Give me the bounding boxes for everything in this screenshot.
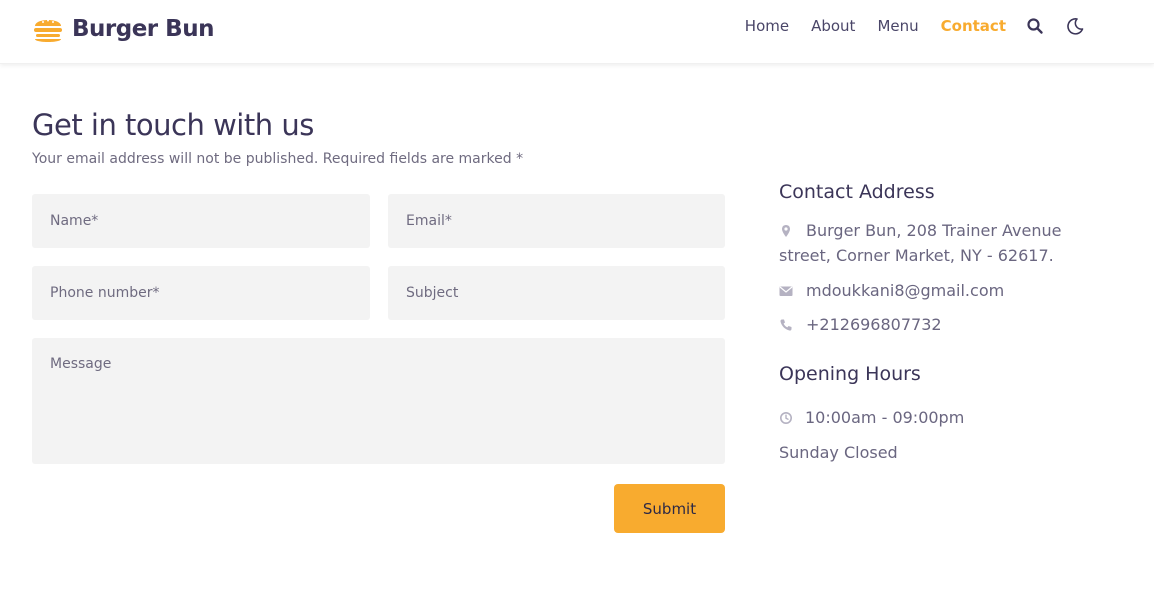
hours-row: 10:00am - 09:00pm xyxy=(779,405,964,430)
location-pin-icon xyxy=(782,224,790,237)
closed-day: Sunday Closed xyxy=(779,443,898,462)
nav-contact[interactable]: Contact xyxy=(941,17,1006,35)
email-field[interactable] xyxy=(388,194,725,248)
name-field[interactable] xyxy=(32,194,370,248)
burger-icon xyxy=(34,19,62,42)
brand-name: Burger Bun xyxy=(72,16,214,42)
clock-icon xyxy=(780,411,792,424)
brand-logo[interactable]: Burger Bun xyxy=(32,12,214,46)
nav-home[interactable]: Home xyxy=(745,17,789,35)
page-title: Get in touch with us xyxy=(32,108,314,142)
main-nav: Home About Menu Contact xyxy=(723,17,1084,35)
nav-menu[interactable]: Menu xyxy=(877,17,918,35)
message-field[interactable] xyxy=(32,338,725,464)
address-block: Burger Bun, 208 Trainer Avenue street, C… xyxy=(779,218,1079,268)
address-line-2: street, Corner Market, NY - 62617. xyxy=(779,246,1054,265)
nav-about[interactable]: About xyxy=(811,17,855,35)
envelope-icon xyxy=(779,286,793,296)
opening-hours: 10:00am - 09:00pm xyxy=(805,408,965,427)
contact-phone[interactable]: +212696807732 xyxy=(806,312,942,337)
phone-icon xyxy=(780,319,792,331)
contact-address-heading: Contact Address xyxy=(779,181,935,203)
opening-hours-heading: Opening Hours xyxy=(779,363,921,385)
contact-email[interactable]: mdoukkani8@gmail.com xyxy=(806,278,1004,303)
phone-field[interactable] xyxy=(32,266,370,320)
address-line-1: Burger Bun, 208 Trainer Avenue xyxy=(806,221,1062,240)
moon-icon[interactable] xyxy=(1066,17,1084,35)
subject-field[interactable] xyxy=(388,266,725,320)
form-subtitle: Your email address will not be published… xyxy=(32,151,524,167)
submit-button[interactable]: Submit xyxy=(614,484,725,533)
search-icon[interactable] xyxy=(1026,17,1044,35)
phone-row: +212696807732 xyxy=(779,312,942,337)
email-row: mdoukkani8@gmail.com xyxy=(779,278,1004,303)
site-header: Burger Bun Home About Menu Contact xyxy=(0,0,1154,64)
